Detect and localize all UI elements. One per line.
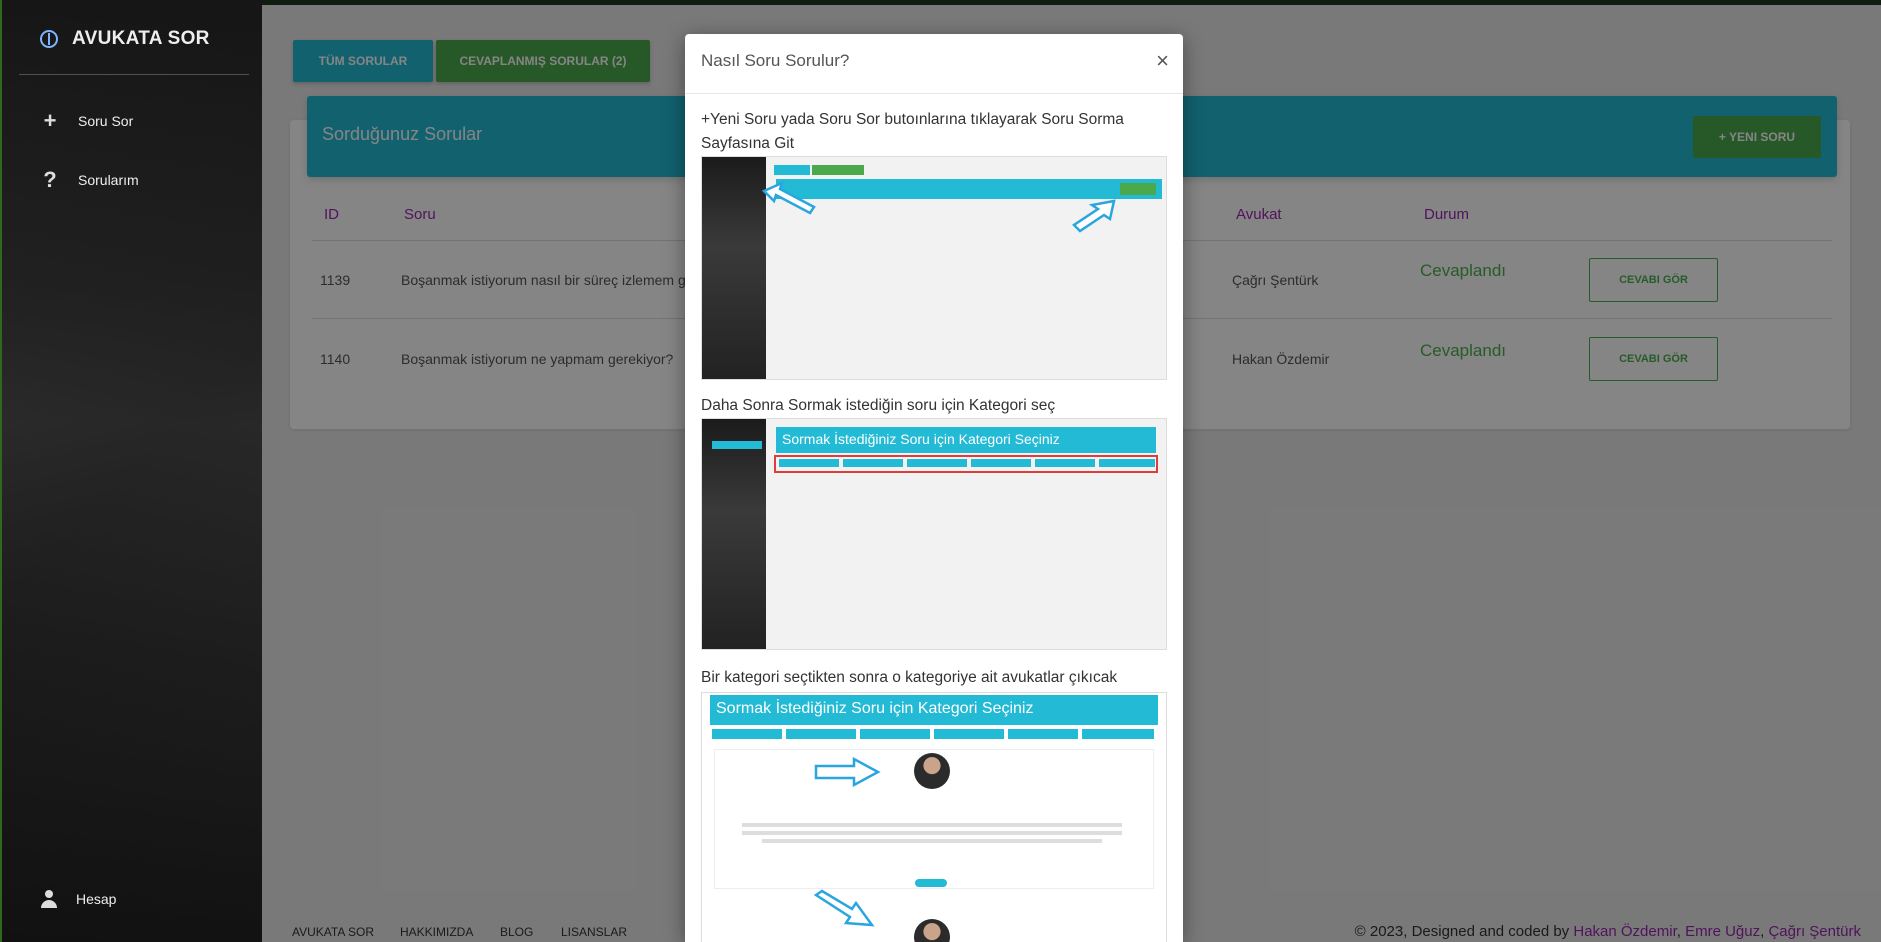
mini-sidebar <box>702 157 766 379</box>
sidebar-item-soru-sor[interactable]: + Soru Sor <box>40 108 134 134</box>
step-2-text: Daha Sonra Sormak istediğin soru için Ka… <box>701 397 1056 414</box>
plus-icon: + <box>43 108 57 133</box>
mini-category-button <box>786 729 856 739</box>
modal-divider <box>685 93 1183 94</box>
mini-category-button <box>1008 729 1078 739</box>
mini-category-button <box>779 459 839 467</box>
mini-card-header <box>776 179 1162 199</box>
scales-logo-icon <box>40 30 58 48</box>
step-3-screenshot: Sormak İstediğiniz Soru için Kategori Se… <box>701 692 1167 942</box>
mini-active-item <box>712 441 762 449</box>
lawyer-avatar <box>914 919 950 942</box>
mini-category-button <box>712 729 782 739</box>
modal-title: Nasıl Soru Sorulur? <box>701 51 850 70</box>
brand[interactable]: AVUKATA SOR <box>40 28 210 50</box>
mini-text-line <box>742 823 1122 827</box>
mini-sidebar <box>702 419 766 649</box>
sidebar-item-sorularim[interactable]: ? Sorularım <box>40 167 139 193</box>
mini-category-button <box>971 459 1031 467</box>
step-1-screenshot <box>701 156 1167 380</box>
mini-tab <box>812 165 864 175</box>
lawyer-avatar <box>914 753 950 789</box>
mini-text-line <box>762 839 1102 843</box>
user-icon <box>40 890 58 908</box>
step-1-text: +Yeni Soru yada Soru Sor butoınlarına tı… <box>701 111 1124 152</box>
arrow-up-right-icon <box>1072 199 1116 233</box>
mini-category-title: Sormak İstediğiniz Soru için Kategori Se… <box>776 427 1156 453</box>
mini-category-button <box>1082 729 1154 739</box>
mini-tab <box>774 165 810 175</box>
sidebar: AVUKATA SOR + Soru Sor ? Sorularım Hesap <box>0 0 262 942</box>
sidebar-item-label: Soru Sor <box>78 113 134 129</box>
step-2-screenshot: Sormak İstediğiniz Soru için Kategori Se… <box>701 418 1167 650</box>
arrow-right-icon <box>814 757 881 787</box>
sidebar-divider <box>19 74 249 75</box>
arrow-down-right-icon <box>813 889 875 927</box>
mini-select-button <box>915 879 947 887</box>
mini-category-button <box>934 729 1004 739</box>
arrow-left-icon <box>761 181 816 215</box>
question-icon: ? <box>43 167 57 192</box>
mini-new-button <box>1120 183 1156 195</box>
mini-category-button <box>860 729 930 739</box>
brand-name: AVUKATA SOR <box>72 28 210 49</box>
sidebar-item-label: Hesap <box>76 891 117 907</box>
sidebar-item-hesap[interactable]: Hesap <box>40 890 116 908</box>
mini-category-button <box>1099 459 1155 467</box>
help-modal: Nasıl Soru Sorulur? × +Yeni Soru yada So… <box>685 34 1183 942</box>
mini-text-line <box>742 831 1122 835</box>
step-3-text: Bir kategori seçtikten sonra o kategoriy… <box>701 669 1118 686</box>
sidebar-item-label: Sorularım <box>78 172 139 188</box>
mini-category-button <box>907 459 967 467</box>
close-icon[interactable]: × <box>1156 48 1169 74</box>
mini-category-button <box>843 459 903 467</box>
mini-category-button <box>1035 459 1095 467</box>
mini-category-title: Sormak İstediğiniz Soru için Kategori Se… <box>710 695 1158 725</box>
